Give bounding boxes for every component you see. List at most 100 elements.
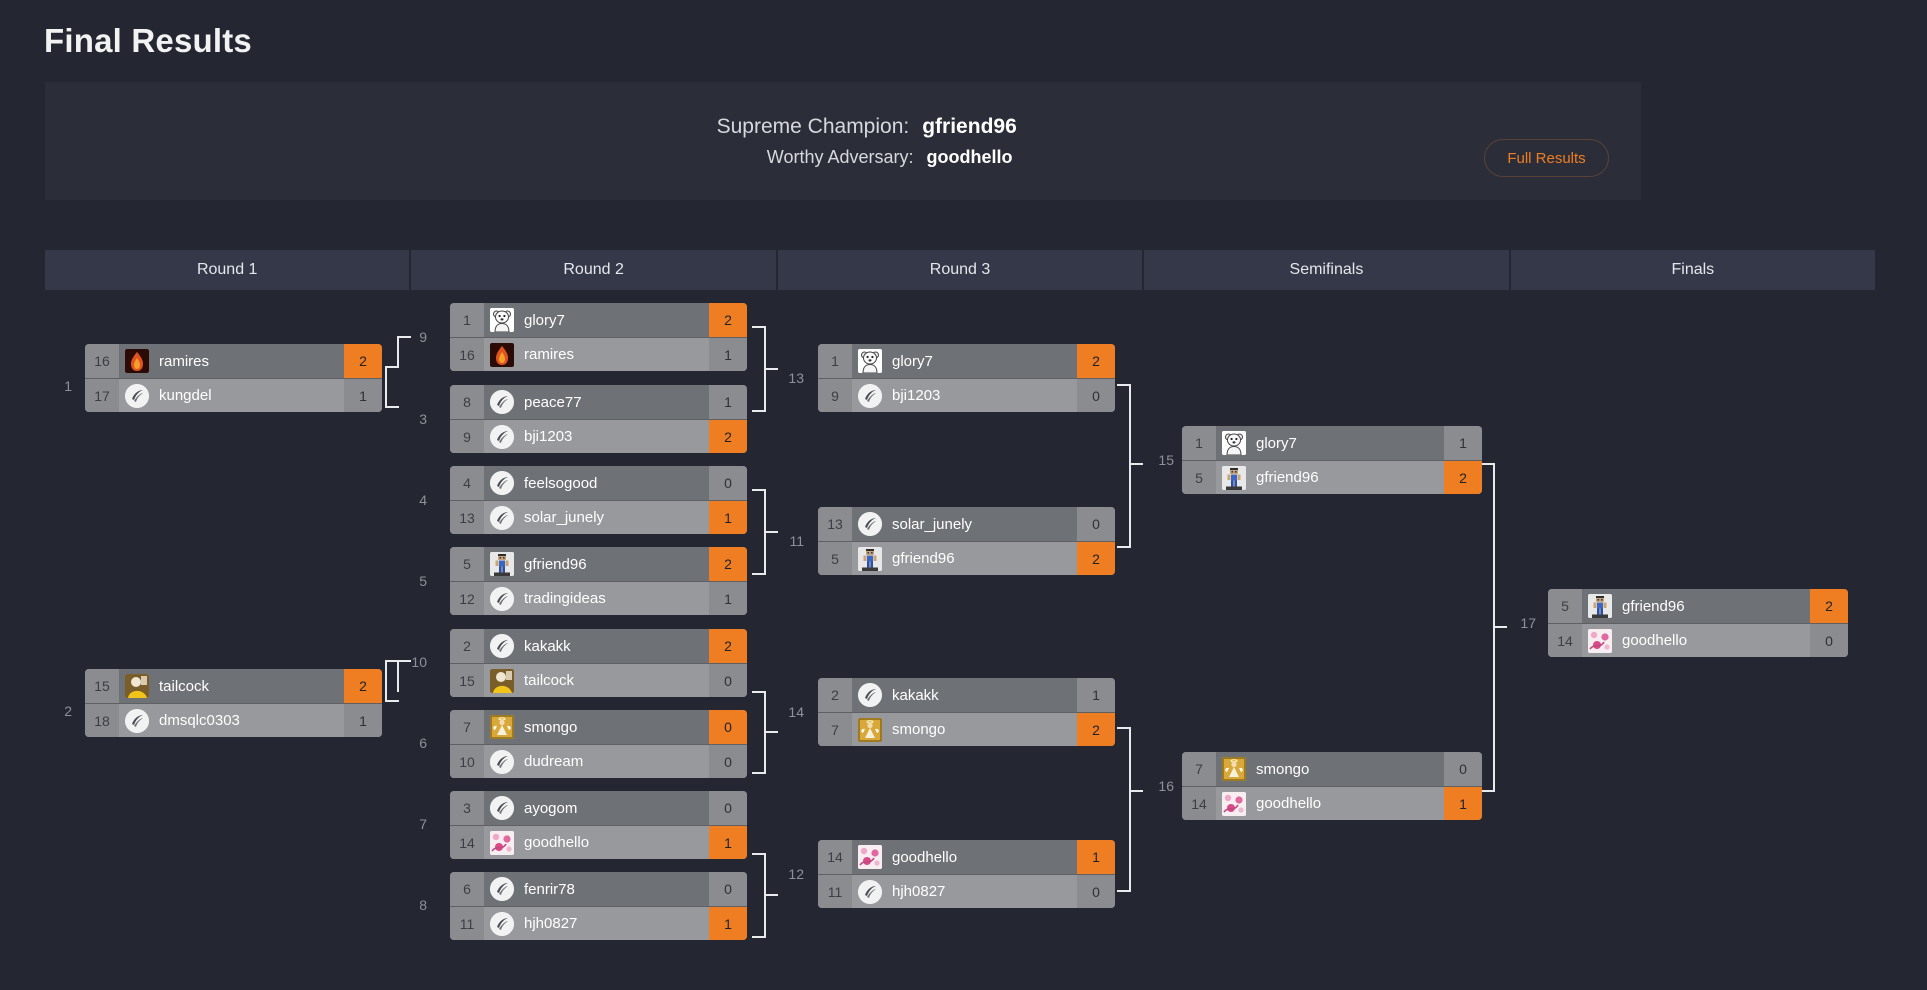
match-row-top[interactable]: 5 gfriend96 2 [1548, 589, 1848, 623]
match-row-top[interactable]: 1 glory7 1 [1182, 426, 1482, 460]
match-card[interactable]: 16 ramires 2 17 kungdel 1 [85, 344, 382, 412]
player-name: smongo [892, 721, 946, 738]
seed: 5 [1182, 461, 1216, 494]
match-row-bottom[interactable]: 5 gfriend96 2 [1182, 460, 1482, 494]
match-row-top[interactable]: 15 tailcock 2 [85, 669, 382, 703]
connector [1129, 790, 1143, 792]
connector [385, 700, 399, 702]
match-card[interactable]: 8 peace77 1 9 bji1203 2 [450, 385, 747, 453]
score: 2 [344, 344, 382, 378]
seed: 14 [1182, 787, 1216, 820]
score: 1 [709, 582, 747, 615]
seed: 14 [818, 840, 852, 874]
match-row-top[interactable]: 8 peace77 1 [450, 385, 747, 419]
player-name: glory7 [1256, 434, 1297, 452]
match-row-bottom[interactable]: 10 dudream 0 [450, 744, 747, 778]
match-row-bottom[interactable]: 18 dmsqlc0303 1 [85, 703, 382, 737]
match-row-top[interactable]: 14 goodhello 1 [818, 840, 1115, 874]
match-row-bottom[interactable]: 14 goodhello 0 [1548, 623, 1848, 657]
match-row-bottom[interactable]: 5 gfriend96 2 [818, 541, 1115, 575]
match-row-bottom[interactable]: 17 kungdel 1 [85, 378, 382, 412]
seed: 7 [818, 713, 852, 746]
score: 1 [344, 704, 382, 737]
match-row-bottom[interactable]: 14 goodhello 1 [450, 825, 747, 859]
match-row-bottom[interactable]: 12 tradingideas 1 [450, 581, 747, 615]
pink-pattern-avatar [858, 845, 882, 869]
seed: 2 [450, 629, 484, 663]
match-card[interactable]: 5 gfriend96 2 14 goodhello 0 [1548, 589, 1848, 657]
match-card[interactable]: 7 smongo 0 10 dudream 0 [450, 710, 747, 778]
score: 1 [1444, 426, 1482, 460]
player-name: kakakk [524, 637, 571, 655]
player-name: hjh0827 [892, 883, 946, 900]
match-card[interactable]: 13 solar_junely 0 5 gfriend96 2 [818, 507, 1115, 575]
player-name: tailcock [159, 677, 210, 695]
score: 1 [1077, 840, 1115, 874]
match-row-top[interactable]: 16 ramires 2 [85, 344, 382, 378]
match-row-top[interactable]: 6 fenrir78 0 [450, 872, 747, 906]
match-row-top[interactable]: 1 glory7 2 [450, 303, 747, 337]
match-number: 3 [419, 411, 427, 427]
match-card[interactable]: 15 tailcock 2 18 dmsqlc0303 1 [85, 669, 382, 737]
match-row-top[interactable]: 7 smongo 0 [1182, 752, 1482, 786]
match-row-bottom[interactable]: 11 hjh0827 1 [450, 906, 747, 940]
match-card[interactable]: 1 glory7 1 5 gfriend96 2 [1182, 426, 1482, 494]
match-card[interactable]: 4 feelsogood 0 13 solar_junely 1 [450, 466, 747, 534]
player-name: bji1203 [524, 428, 573, 445]
match-row-top[interactable]: 4 feelsogood 0 [450, 466, 747, 500]
match-row-top[interactable]: 3 ayogom 0 [450, 791, 747, 825]
match-row-top[interactable]: 13 solar_junely 0 [818, 507, 1115, 541]
match-row-top[interactable]: 2 kakakk 1 [818, 678, 1115, 712]
score: 1 [709, 338, 747, 371]
match-row-bottom[interactable]: 16 ramires 1 [450, 337, 747, 371]
match-number: 15 [1158, 452, 1174, 468]
seed: 15 [85, 669, 119, 703]
match-card[interactable]: 1 glory7 2 16 ramires 1 [450, 303, 747, 371]
seed: 13 [450, 501, 484, 534]
match-row-bottom[interactable]: 11 hjh0827 0 [818, 874, 1115, 908]
match-row-bottom[interactable]: 14 goodhello 1 [1182, 786, 1482, 820]
match-row-bottom[interactable]: 15 tailcock 0 [450, 663, 747, 697]
match-row-bottom[interactable]: 9 bji1203 0 [818, 378, 1115, 412]
match-row-bottom[interactable]: 7 smongo 2 [818, 712, 1115, 746]
match-number: 14 [788, 704, 804, 720]
seed: 5 [818, 542, 852, 575]
match-card[interactable]: 2 kakakk 2 15 tailcock 0 [450, 629, 747, 697]
score: 1 [709, 907, 747, 940]
seed: 11 [450, 907, 484, 940]
match-card[interactable]: 1 glory7 2 9 bji1203 0 [818, 344, 1115, 412]
pink-pattern-avatar [1222, 791, 1246, 816]
seed: 15 [450, 664, 484, 697]
connector [764, 531, 778, 533]
match-card[interactable]: 14 goodhello 1 11 hjh0827 0 [818, 840, 1115, 908]
match-card[interactable]: 2 kakakk 1 7 smongo 2 [818, 678, 1115, 746]
match-card[interactable]: 6 fenrir78 0 11 hjh0827 1 [450, 872, 747, 940]
match-row-bottom[interactable]: 9 bji1203 2 [450, 419, 747, 453]
seed: 1 [450, 303, 484, 337]
match-card[interactable]: 5 gfriend96 2 12 tradingideas 1 [450, 547, 747, 615]
match-row-top[interactable]: 2 kakakk 2 [450, 629, 747, 663]
seed: 5 [450, 547, 484, 581]
minecraft-avatar [858, 546, 882, 571]
match-card[interactable]: 3 ayogom 0 14 goodhello 1 [450, 791, 747, 859]
player-name: kakakk [892, 686, 939, 704]
flame-avatar [125, 349, 149, 373]
match-number: 7 [419, 816, 427, 832]
connector [385, 366, 387, 408]
match-card[interactable]: 7 smongo 0 14 goodhello 1 [1182, 752, 1482, 820]
score: 1 [344, 379, 382, 412]
match-row-bottom[interactable]: 13 solar_junely 1 [450, 500, 747, 534]
default-logo-avatar [125, 383, 149, 408]
match-row-top[interactable]: 5 gfriend96 2 [450, 547, 747, 581]
match-number: 16 [1158, 778, 1174, 794]
seed: 14 [450, 826, 484, 859]
connector [385, 660, 387, 702]
seed: 6 [450, 872, 484, 906]
default-logo-avatar [858, 512, 882, 536]
polar-bear-avatar [490, 308, 514, 332]
player-name: gfriend96 [1622, 597, 1685, 615]
seed: 2 [818, 678, 852, 712]
player-name: ramires [524, 346, 575, 363]
match-row-top[interactable]: 7 smongo 0 [450, 710, 747, 744]
match-row-top[interactable]: 1 glory7 2 [818, 344, 1115, 378]
